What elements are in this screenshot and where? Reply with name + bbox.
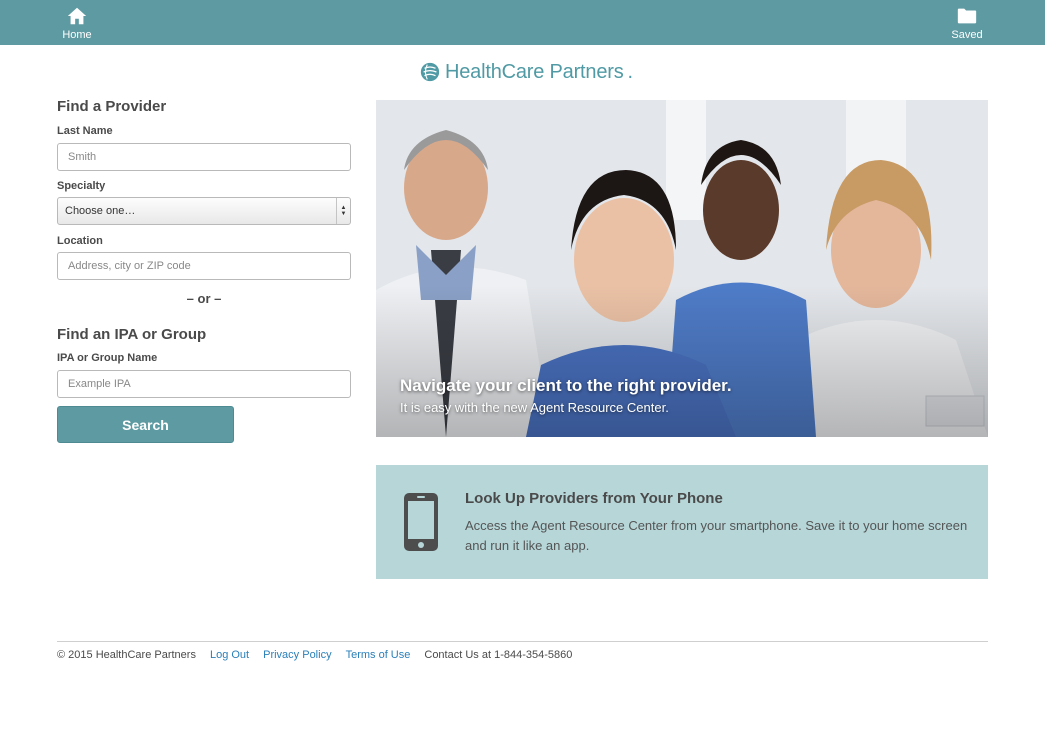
hero-banner: Navigate your client to the right provid… bbox=[376, 100, 988, 437]
terms-of-use-link[interactable]: Terms of Use bbox=[346, 649, 411, 661]
specialty-selected-value: Choose one… bbox=[65, 205, 136, 217]
location-label: Location bbox=[57, 235, 103, 247]
healthcare-partners-logo: HealthCare Partners. bbox=[419, 59, 633, 85]
or-divider: – or – bbox=[186, 291, 222, 306]
footer-divider bbox=[57, 641, 988, 642]
group-name-input[interactable] bbox=[57, 370, 351, 398]
last-name-label: Last Name bbox=[57, 125, 113, 137]
smartphone-icon bbox=[404, 493, 438, 551]
top-nav-bar: Home Saved bbox=[0, 0, 1045, 45]
search-button[interactable]: Search bbox=[57, 406, 234, 443]
find-group-heading: Find an IPA or Group bbox=[57, 326, 207, 343]
phone-promo-text: Access the Agent Resource Center from yo… bbox=[465, 518, 968, 553]
specialty-select[interactable]: Choose one… ▲ ▼ bbox=[57, 197, 351, 225]
copyright-text: © 2015 HealthCare Partners bbox=[57, 649, 196, 661]
saved-button[interactable]: Saved bbox=[937, 5, 997, 43]
home-button[interactable]: Home bbox=[47, 5, 107, 43]
specialty-label: Specialty bbox=[57, 180, 106, 192]
home-icon bbox=[67, 7, 87, 25]
contact-text: Contact Us at 1-844-354-5860 bbox=[424, 649, 573, 661]
home-label: Home bbox=[62, 29, 92, 41]
find-provider-heading: Find a Provider bbox=[57, 98, 167, 115]
footer: © 2015 HealthCare Partners Log Out Priva… bbox=[57, 649, 572, 661]
hero-subline: It is easy with the new Agent Resource C… bbox=[400, 400, 669, 415]
last-name-input[interactable] bbox=[57, 143, 351, 171]
select-arrows-icon: ▲ ▼ bbox=[336, 198, 350, 224]
privacy-policy-link[interactable]: Privacy Policy bbox=[263, 649, 331, 661]
hero-headline: Navigate your client to the right provid… bbox=[400, 376, 732, 395]
globe-logo-icon bbox=[420, 62, 440, 82]
location-input[interactable] bbox=[57, 252, 351, 280]
logo-suffix: . bbox=[627, 60, 634, 83]
phone-promo-panel: Look Up Providers from Your Phone Access… bbox=[376, 465, 988, 579]
logout-link[interactable]: Log Out bbox=[210, 649, 249, 661]
folder-icon bbox=[957, 8, 977, 24]
logo-text: HealthCare Partners bbox=[445, 60, 624, 83]
group-name-label: IPA or Group Name bbox=[57, 352, 158, 364]
saved-label: Saved bbox=[951, 29, 983, 41]
phone-promo-title: Look Up Providers from Your Phone bbox=[465, 490, 723, 507]
